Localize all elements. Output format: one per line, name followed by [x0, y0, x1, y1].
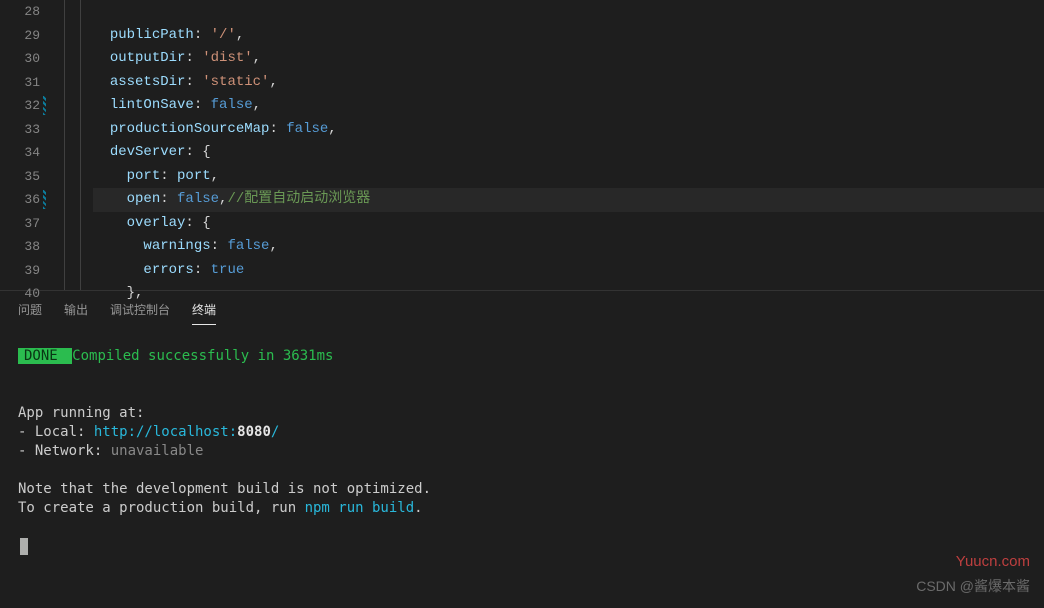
done-badge: DONE: [18, 348, 72, 364]
code-line[interactable]: publicPath: '/',: [93, 24, 1044, 48]
line-number: 28: [0, 0, 40, 24]
code-line[interactable]: warnings: false,: [93, 235, 1044, 259]
line-number: 29: [0, 24, 40, 48]
panel-tab[interactable]: 输出: [64, 301, 88, 325]
line-number: 40: [0, 282, 40, 306]
code-line[interactable]: port: port,: [93, 165, 1044, 189]
code-line[interactable]: overlay: {: [93, 212, 1044, 236]
line-number: 32: [0, 94, 40, 118]
line-number: 31: [0, 71, 40, 95]
line-number: 37: [0, 212, 40, 236]
app-running-line: App running at:: [18, 404, 1026, 423]
panel-tab[interactable]: 调试控制台: [110, 301, 170, 325]
line-number: 38: [0, 235, 40, 259]
line-number: 36: [0, 188, 40, 212]
local-url-link[interactable]: http://localhost:8080/: [94, 424, 279, 440]
local-url-line: - Local: http://localhost:8080/: [18, 423, 1026, 442]
code-editor[interactable]: 28293031323334353637383940 publicPath: '…: [0, 0, 1044, 290]
line-number: 39: [0, 259, 40, 283]
terminal-output[interactable]: DONE Compiled successfully in 3631ms App…: [0, 325, 1044, 566]
code-line[interactable]: productionSourceMap: false,: [93, 118, 1044, 142]
panel-tab[interactable]: 终端: [192, 301, 216, 325]
code-line[interactable]: outputDir: 'dist',: [93, 47, 1044, 71]
bottom-panel: 问题输出调试控制台终端 DONE Compiled successfully i…: [0, 290, 1044, 566]
code-line[interactable]: assetsDir: 'static',: [93, 71, 1044, 95]
line-number: 30: [0, 47, 40, 71]
line-number: 34: [0, 141, 40, 165]
indent-guides: [58, 0, 93, 290]
code-line[interactable]: devServer: {: [93, 141, 1044, 165]
terminal-cursor: [18, 537, 1026, 556]
watermark-site: Yuucn.com: [956, 553, 1030, 570]
code-line[interactable]: open: false,//配置自动启动浏览器: [93, 188, 1044, 212]
network-line: - Network: unavailable: [18, 442, 1026, 461]
npm-build-cmd: npm run build: [305, 500, 415, 516]
line-number: 33: [0, 118, 40, 142]
code-content[interactable]: publicPath: '/', outputDir: 'dist', asse…: [93, 0, 1044, 290]
note-line-2: To create a production build, run npm ru…: [18, 499, 1026, 518]
watermark-author: CSDN @酱爆本酱: [916, 576, 1030, 596]
code-line[interactable]: },: [93, 282, 1044, 306]
code-line[interactable]: lintOnSave: false,: [93, 94, 1044, 118]
note-line-1: Note that the development build is not o…: [18, 480, 1026, 499]
compiled-message: Compiled successfully in 3631ms: [72, 348, 333, 364]
line-number: 35: [0, 165, 40, 189]
code-line[interactable]: errors: true: [93, 259, 1044, 283]
line-number-gutter: 28293031323334353637383940: [0, 0, 58, 290]
code-line[interactable]: [93, 0, 1044, 24]
